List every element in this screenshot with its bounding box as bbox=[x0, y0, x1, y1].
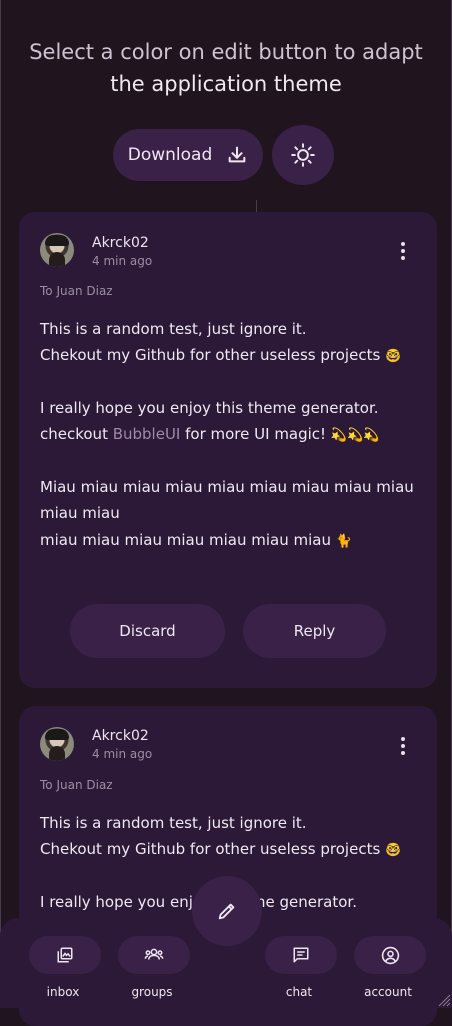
reply-button[interactable]: Reply bbox=[243, 604, 386, 658]
resize-grip-icon[interactable] bbox=[438, 994, 451, 1007]
groups-icon bbox=[144, 948, 164, 960]
more-vert-icon bbox=[401, 242, 405, 246]
message-line: Chekout my Github for other useless proj… bbox=[40, 840, 401, 858]
more-vert-dot bbox=[401, 751, 405, 755]
headline-line-2: the application theme bbox=[110, 72, 342, 96]
dizzy-emoji: 💫💫💫 bbox=[330, 428, 380, 443]
avatar bbox=[40, 233, 74, 267]
nav-item-groups[interactable]: groups bbox=[107, 918, 197, 1008]
more-vert-dot bbox=[401, 744, 405, 748]
nav-label: chat bbox=[285, 985, 313, 999]
nerd-face-emoji: 🤓 bbox=[385, 349, 402, 364]
nav-pill[interactable] bbox=[354, 936, 426, 974]
author-name: Akrck02 bbox=[92, 235, 149, 251]
theme-toggle-button[interactable] bbox=[272, 125, 334, 185]
nav-label: account bbox=[364, 985, 412, 999]
nav-pill[interactable] bbox=[265, 936, 337, 974]
download-icon bbox=[228, 146, 246, 163]
message-time: 4 min ago bbox=[92, 747, 153, 761]
message-text: I really hope you enjoy bbox=[40, 893, 211, 911]
message-line: Miau miau miau miau miau miau miau miau … bbox=[40, 478, 414, 496]
compose-button[interactable] bbox=[192, 876, 262, 946]
headline-line-1: Select a color on edit button to adapt bbox=[29, 40, 423, 64]
message-line: miau miau bbox=[40, 504, 120, 522]
message-text: for more UI magic! bbox=[180, 425, 331, 443]
more-options-button[interactable] bbox=[391, 239, 415, 263]
avatar bbox=[40, 727, 74, 761]
download-label: Download bbox=[127, 145, 213, 165]
nav-label: groups bbox=[131, 985, 173, 999]
message-line: miau miau miau miau miau miau miau 🐈 bbox=[40, 531, 352, 549]
message-text: miau miau miau miau miau miau miau bbox=[40, 531, 331, 549]
discard-button[interactable]: Discard bbox=[70, 604, 225, 658]
sun-icon bbox=[291, 143, 315, 167]
message-line: This is a random test, just ignore it. bbox=[40, 320, 307, 338]
nav-item-account[interactable]: account bbox=[343, 918, 433, 1008]
message-text: Chekout my Github for other useless proj… bbox=[40, 346, 381, 364]
nav-pill[interactable] bbox=[118, 936, 190, 974]
message-text: Chekout my Github for other useless proj… bbox=[40, 840, 381, 858]
nav-pill[interactable] bbox=[29, 936, 101, 974]
nav-item-chat[interactable]: chat bbox=[254, 918, 344, 1008]
cat-emoji: 🐈 bbox=[335, 534, 352, 549]
more-vert-dot bbox=[401, 249, 405, 253]
page-headline: Select a color on edit button to adapt t… bbox=[0, 36, 452, 100]
message-card: Akrck02 4 min ago To Juan Diaz This is a… bbox=[19, 212, 437, 688]
message-line: This is a random test, just ignore it. bbox=[40, 814, 307, 832]
bubbleui-link[interactable]: BubbleUI bbox=[113, 425, 181, 443]
account-icon bbox=[381, 946, 399, 964]
pencil-icon bbox=[218, 903, 235, 920]
nerd-face-emoji: 🤓 bbox=[385, 843, 402, 858]
more-vert-icon bbox=[401, 737, 405, 741]
message-time: 4 min ago bbox=[92, 254, 153, 268]
nav-label: inbox bbox=[46, 985, 80, 999]
recipient-line: To Juan Diaz bbox=[40, 284, 113, 298]
chat-icon bbox=[293, 947, 309, 963]
recipient-line: To Juan Diaz bbox=[40, 778, 113, 792]
message-line: Chekout my Github for other useless proj… bbox=[40, 346, 401, 364]
frame-left-border bbox=[0, 0, 1, 1008]
message-text: me generator. bbox=[250, 893, 357, 911]
message-line: checkout BubbleUI for more UI magic! 💫💫💫 bbox=[40, 425, 379, 443]
download-button[interactable]: Download bbox=[113, 129, 263, 181]
message-line: I really hope you enjoy this theme gener… bbox=[40, 399, 379, 417]
message-text: checkout bbox=[40, 425, 113, 443]
more-options-button[interactable] bbox=[391, 734, 415, 758]
nav-item-inbox[interactable]: inbox bbox=[18, 918, 108, 1008]
more-vert-dot bbox=[401, 256, 405, 260]
inbox-icon bbox=[57, 947, 73, 963]
author-name: Akrck02 bbox=[92, 728, 149, 744]
